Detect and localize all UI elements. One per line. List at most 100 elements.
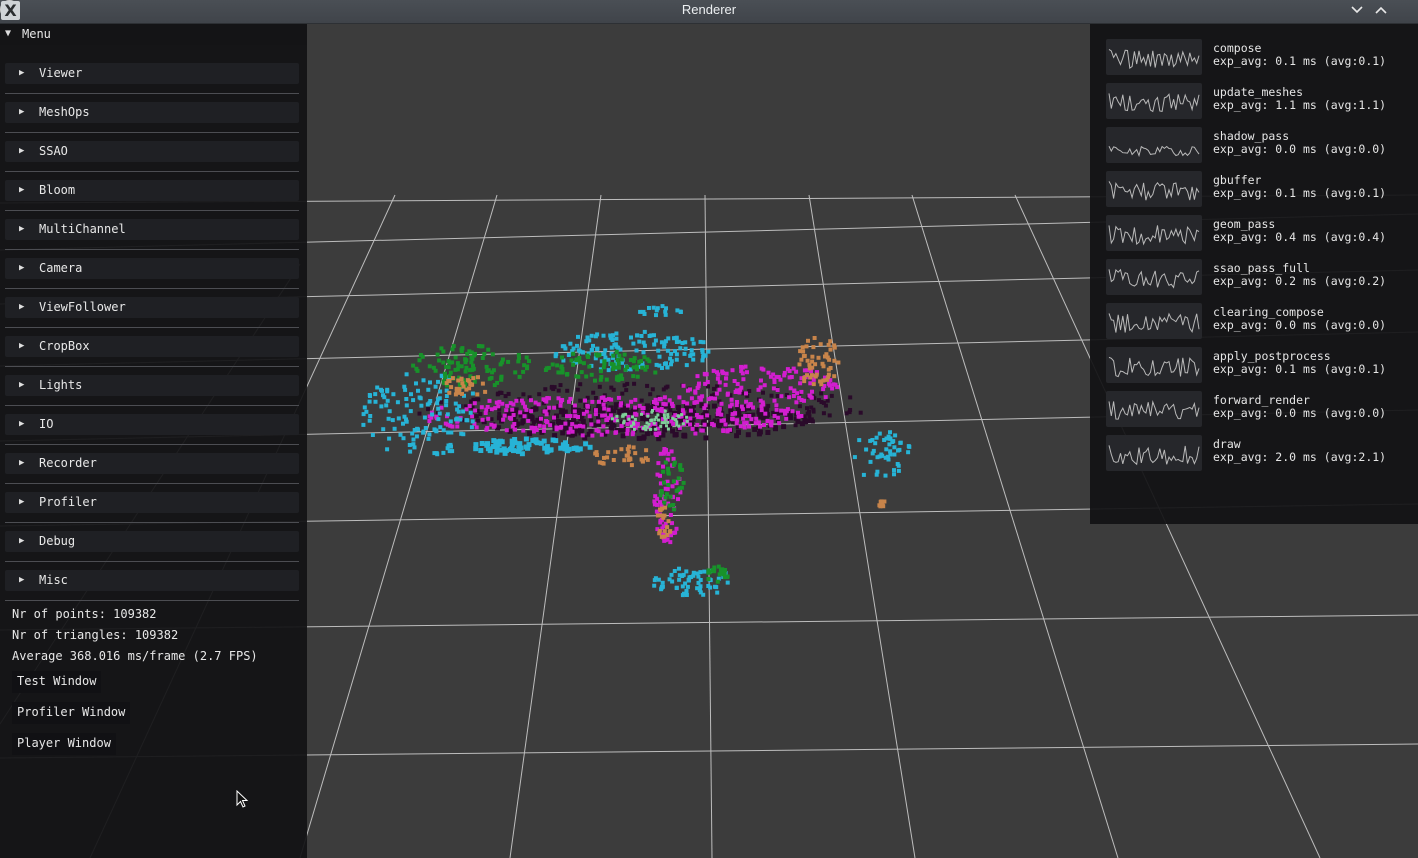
section-bloom[interactable]: ▶ Bloom xyxy=(5,180,299,201)
cloud-point xyxy=(409,392,413,397)
cloud-point xyxy=(685,401,690,406)
cloud-point xyxy=(775,394,780,398)
cloud-point xyxy=(777,421,782,426)
cloud-point xyxy=(702,569,707,574)
cloud-point xyxy=(456,409,461,414)
cloud-point xyxy=(718,567,723,572)
cloud-point xyxy=(491,424,496,429)
profiler-entry-value: exp_avg: 0.1 ms (avg:0.1) xyxy=(1213,186,1387,200)
cloud-point xyxy=(868,459,873,464)
cloud-point xyxy=(835,385,840,390)
cloud-point xyxy=(500,357,505,362)
cloud-point xyxy=(795,391,800,396)
cloud-point xyxy=(802,398,806,403)
cloud-point xyxy=(423,426,428,430)
cloud-point xyxy=(490,444,496,450)
cloud-point xyxy=(593,378,597,383)
cloud-point xyxy=(898,440,903,445)
cloud-point xyxy=(645,457,650,462)
cloud-point xyxy=(715,579,720,584)
cloud-point xyxy=(696,415,701,419)
cloud-point xyxy=(653,370,658,375)
cloud-point xyxy=(695,374,700,379)
cloud-point xyxy=(804,344,809,349)
cloud-point xyxy=(469,399,474,404)
cloud-point xyxy=(539,416,543,421)
cloud-point xyxy=(547,396,551,401)
cloud-point xyxy=(427,364,432,369)
cloud-point xyxy=(561,413,566,417)
section-camera[interactable]: ▶ Camera xyxy=(5,258,299,279)
cloud-point xyxy=(614,331,619,336)
cloud-point xyxy=(611,353,616,358)
profiler-window-button[interactable]: Profiler Window xyxy=(12,702,131,724)
section-debug[interactable]: ▶ Debug xyxy=(5,531,299,552)
cloud-point xyxy=(527,431,533,437)
cloud-point xyxy=(836,360,841,365)
cloud-point xyxy=(882,499,887,504)
cloud-point xyxy=(543,409,548,414)
player-window-button[interactable]: Player Window xyxy=(12,733,116,755)
maximize-button[interactable] xyxy=(1371,1,1391,19)
menu-header[interactable]: ▼ Menu xyxy=(0,24,307,45)
cloud-point xyxy=(775,388,780,392)
cloud-point xyxy=(693,431,698,436)
cloud-point xyxy=(480,381,485,386)
title-bar[interactable]: X Renderer xyxy=(0,0,1418,24)
cloud-point xyxy=(615,414,619,418)
cloud-point xyxy=(506,359,511,364)
cloud-point xyxy=(430,412,435,417)
sparkline-path xyxy=(1108,48,1200,69)
cloud-point xyxy=(444,381,449,386)
cloud-point xyxy=(470,419,475,424)
cloud-point xyxy=(774,407,779,412)
cloud-point xyxy=(658,397,663,402)
cloud-point xyxy=(672,507,676,512)
section-ssao[interactable]: ▶ SSAO xyxy=(5,141,299,162)
cloud-point xyxy=(370,433,375,437)
cloud-point xyxy=(568,426,573,431)
section-profiler[interactable]: ▶ Profiler xyxy=(5,492,299,513)
section-misc[interactable]: ▶ Misc xyxy=(5,570,299,591)
section-lights[interactable]: ▶ Lights xyxy=(5,375,299,396)
cloud-point xyxy=(663,421,667,425)
cloud-point xyxy=(742,425,747,430)
section-multichannel[interactable]: ▶ MultiChannel xyxy=(5,219,299,240)
section-label: Misc xyxy=(39,573,68,587)
minimize-button[interactable] xyxy=(1347,1,1367,19)
cloud-point xyxy=(523,436,529,442)
section-recorder[interactable]: ▶ Recorder xyxy=(5,453,299,474)
profiler-entry-value: exp_avg: 1.1 ms (avg:1.1) xyxy=(1213,98,1387,112)
section-viewer[interactable]: ▶ Viewer xyxy=(5,63,299,84)
cloud-point xyxy=(571,362,576,367)
cloud-point xyxy=(448,419,453,424)
cloud-point xyxy=(674,526,679,531)
cloud-point xyxy=(653,418,657,422)
cloud-point xyxy=(453,392,458,397)
cloud-point xyxy=(684,363,689,368)
cloud-point xyxy=(603,398,607,402)
cloud-point xyxy=(800,345,805,350)
cloud-point xyxy=(633,451,638,456)
cloud-point xyxy=(622,458,627,463)
cloud-point xyxy=(642,355,647,360)
section-cropbox[interactable]: ▶ CropBox xyxy=(5,336,299,357)
cloud-point xyxy=(680,574,685,578)
cloud-point xyxy=(512,437,518,442)
cloud-point xyxy=(572,409,577,414)
cloud-point xyxy=(522,363,527,368)
cloud-point xyxy=(681,383,686,388)
section-io[interactable]: ▶ IO xyxy=(5,414,299,435)
cloud-point xyxy=(559,424,564,429)
cloud-point xyxy=(744,399,749,404)
chevron-up-icon xyxy=(1375,6,1387,14)
profiler-entry-name: update_meshes xyxy=(1213,85,1304,99)
section-meshops[interactable]: ▶ MeshOps xyxy=(5,102,299,123)
sparkline-graph xyxy=(1106,259,1202,295)
cloud-point xyxy=(832,358,837,363)
cloud-point xyxy=(729,397,734,402)
cloud-point xyxy=(662,361,667,366)
test-window-button[interactable]: Test Window xyxy=(12,671,102,693)
section-viewfollower[interactable]: ▶ ViewFollower xyxy=(5,297,299,318)
cloud-point xyxy=(622,383,627,388)
